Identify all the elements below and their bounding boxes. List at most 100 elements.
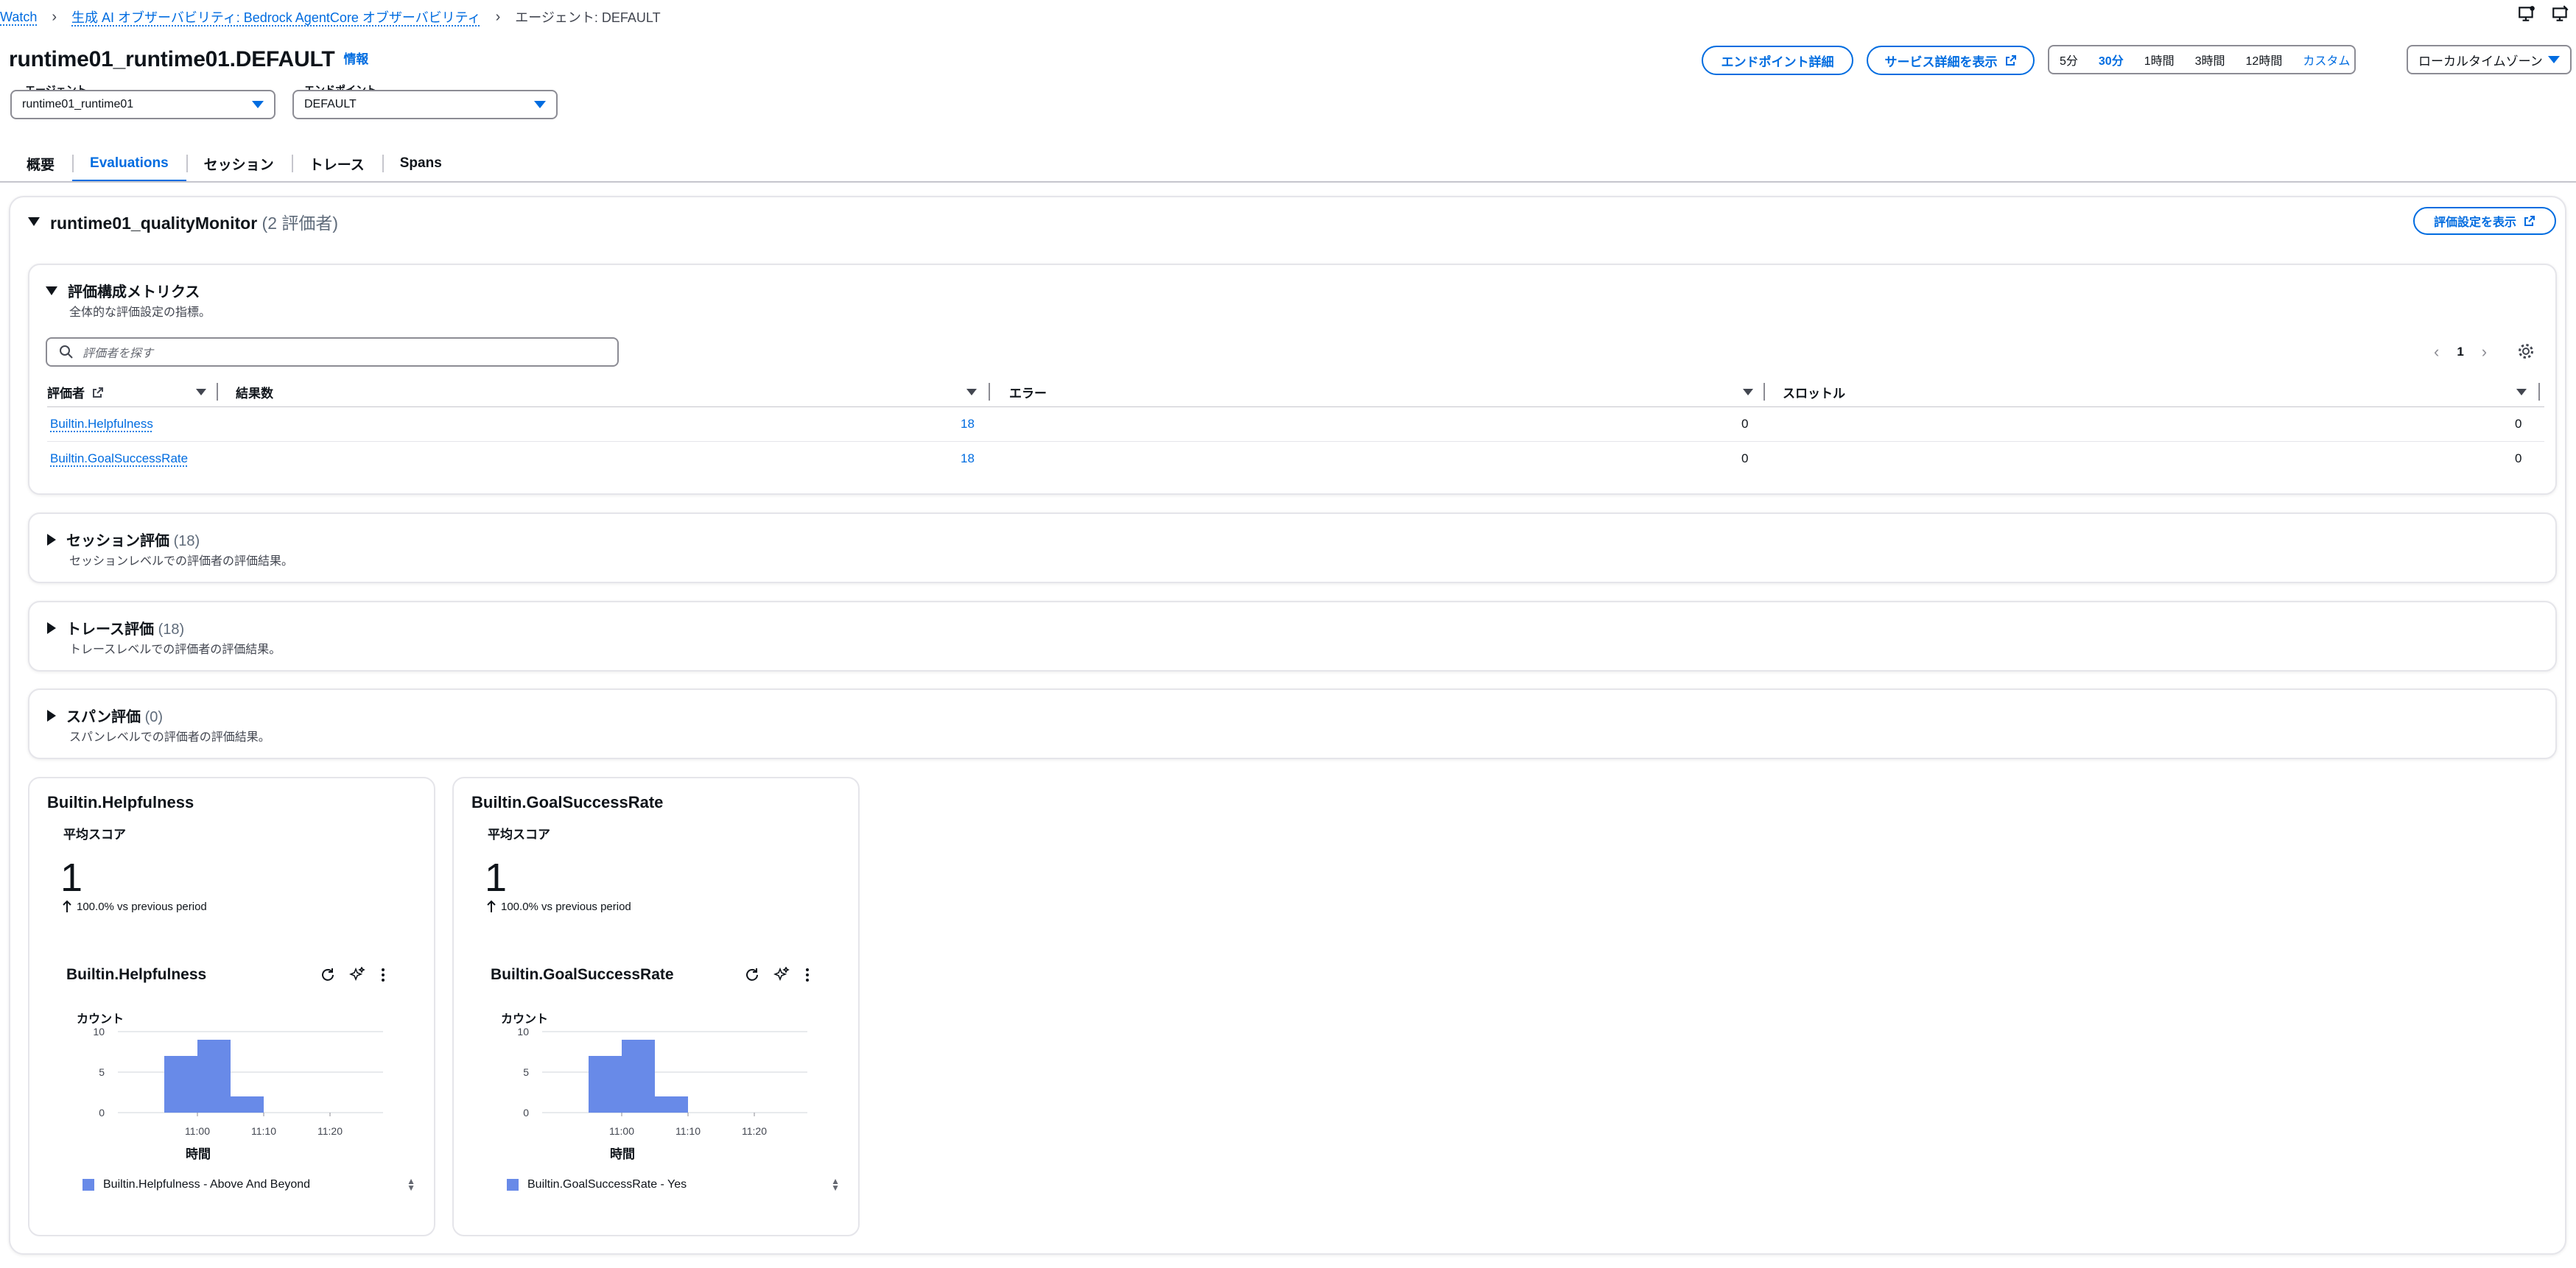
- chart-bar: [655, 1096, 688, 1113]
- evaluator-search-input[interactable]: 評価者を探す: [46, 337, 619, 367]
- settings-gear-icon[interactable]: [2517, 342, 2535, 360]
- column-resizer[interactable]: [1763, 383, 1765, 401]
- chart-bar: [622, 1040, 655, 1113]
- chart-legend[interactable]: Builtin.GoalSuccessRate - Yes ▲ ▼: [507, 1177, 840, 1192]
- sparkle-icon[interactable]: [773, 967, 790, 983]
- tab-sessions[interactable]: セッション: [186, 144, 292, 183]
- timezone-select[interactable]: ローカルタイムゾーン: [2407, 45, 2572, 74]
- column-resizer[interactable]: [989, 383, 990, 401]
- endpoint-select[interactable]: DEFAULT: [292, 90, 558, 119]
- chart-legend[interactable]: Builtin.Helpfulness - Above And Beyond ▲…: [83, 1177, 415, 1192]
- breadcrumb-current: エージェント: DEFAULT: [515, 10, 661, 25]
- current-page[interactable]: 1: [2457, 345, 2463, 359]
- page-title-text: runtime01_runtime01.DEFAULT: [9, 47, 335, 71]
- column-errors[interactable]: エラー: [1009, 383, 1047, 401]
- x-tick-label: 11:10: [251, 1125, 276, 1137]
- expand-icon: [47, 621, 56, 634]
- monitor-header[interactable]: runtime01_qualityMonitor (2 評価者): [28, 209, 338, 234]
- page-title: runtime01_runtime01.DEFAULT 情報: [9, 47, 368, 72]
- column-throttles[interactable]: スロットル: [1783, 383, 1845, 401]
- sort-icon[interactable]: [966, 389, 977, 395]
- arrow-up-icon: [63, 900, 71, 912]
- refresh-icon[interactable]: [744, 967, 760, 983]
- service-details-button[interactable]: サービス詳細を表示: [1867, 46, 2035, 75]
- throttles-count: 0: [2515, 451, 2522, 465]
- chart-title: Builtin.Helpfulness: [66, 966, 207, 983]
- results-count[interactable]: 18: [961, 451, 975, 466]
- range-1h[interactable]: 1時間: [2134, 51, 2185, 68]
- range-3h[interactable]: 3時間: [2185, 51, 2236, 68]
- refresh-icon[interactable]: [320, 967, 336, 983]
- column-resizer[interactable]: [2538, 383, 2540, 401]
- column-evaluator[interactable]: 評価者: [47, 383, 104, 401]
- range-30m[interactable]: 30分: [2088, 51, 2134, 68]
- trace-evaluation-description: トレースレベルでの評価者の評価結果。: [69, 644, 281, 656]
- agent-select-value: runtime01_runtime01: [22, 98, 134, 110]
- caret-down-icon: [534, 101, 546, 108]
- chart-bar: [197, 1040, 231, 1113]
- next-page-icon[interactable]: ›: [2482, 342, 2487, 362]
- range-custom[interactable]: カスタム: [2292, 51, 2354, 68]
- arrow-up-icon: [487, 900, 496, 912]
- prev-page-icon[interactable]: ‹: [2434, 342, 2439, 362]
- results-count[interactable]: 18: [961, 417, 975, 432]
- more-options-icon[interactable]: [379, 967, 387, 983]
- session-evaluation-title: セッション評価: [66, 533, 169, 549]
- legend-scroll-icon[interactable]: ▲ ▼: [407, 1177, 415, 1192]
- view-config-label: 評価設定を表示: [2433, 216, 2516, 229]
- range-12h[interactable]: 12時間: [2236, 51, 2293, 68]
- span-evaluation-header[interactable]: スパン評価 (0): [47, 705, 163, 726]
- sort-icon[interactable]: [2516, 389, 2527, 395]
- session-evaluation-header[interactable]: セッション評価 (18): [47, 529, 200, 550]
- column-results[interactable]: 結果数: [236, 383, 273, 401]
- chart-bar: [164, 1056, 197, 1113]
- table-row: Builtin.GoalSuccessRate 18 0 0: [47, 444, 2544, 476]
- avg-score-label: 平均スコア: [63, 828, 126, 842]
- sparkle-icon[interactable]: [349, 967, 365, 983]
- x-tick-label: 11:20: [317, 1125, 343, 1137]
- y-tick-label: 10: [93, 1026, 105, 1038]
- breadcrumb-link-watch[interactable]: Watch: [0, 10, 37, 25]
- top-icons: [2517, 4, 2570, 27]
- range-5m[interactable]: 5分: [2049, 51, 2088, 68]
- x-tick-label: 11:10: [675, 1125, 701, 1137]
- evaluator-link[interactable]: Builtin.Helpfulness: [50, 417, 153, 432]
- tab-overview[interactable]: 概要: [9, 144, 72, 183]
- metrics-section-header[interactable]: 評価構成メトリクス: [46, 280, 200, 301]
- chevron-right-icon: ›: [52, 8, 57, 25]
- endpoint-details-button[interactable]: エンドポイント詳細: [1702, 46, 1853, 75]
- errors-count: 0: [1741, 417, 1749, 431]
- evaluator-link[interactable]: Builtin.GoalSuccessRate: [50, 451, 188, 466]
- column-resizer[interactable]: [217, 383, 218, 401]
- legend-swatch: [507, 1179, 519, 1191]
- more-options-icon[interactable]: [803, 967, 812, 983]
- metrics-section-title: 評価構成メトリクス: [68, 284, 200, 300]
- sort-icon[interactable]: [1743, 389, 1753, 395]
- sort-icon[interactable]: [196, 389, 206, 395]
- view-evaluation-config-button[interactable]: 評価設定を表示: [2413, 207, 2556, 235]
- search-icon: [60, 345, 73, 359]
- display-settings-icon[interactable]: [2551, 4, 2570, 27]
- span-evaluation-count: (0): [144, 709, 164, 725]
- notifications-icon[interactable]: [2517, 4, 2536, 27]
- search-placeholder: 評価者を探す: [83, 348, 154, 360]
- trace-evaluation-header[interactable]: トレース評価 (18): [47, 617, 184, 638]
- chevron-right-icon: ›: [495, 8, 501, 25]
- tab-traces[interactable]: トレース: [291, 144, 382, 183]
- tab-evaluations[interactable]: Evaluations: [72, 144, 186, 183]
- avg-score-value: 1: [60, 856, 83, 900]
- info-link[interactable]: 情報: [343, 52, 368, 66]
- endpoint-details-label: エンドポイント詳細: [1721, 54, 1834, 69]
- tab-spans[interactable]: Spans: [382, 144, 460, 183]
- external-link-icon: [93, 387, 103, 398]
- trace-evaluation-section: [28, 601, 2557, 672]
- throttles-count: 0: [2515, 417, 2522, 431]
- divider: [47, 406, 2544, 407]
- collapse-icon: [46, 286, 57, 295]
- agent-select[interactable]: runtime01_runtime01: [10, 90, 276, 119]
- legend-swatch: [83, 1179, 94, 1191]
- legend-scroll-icon[interactable]: ▲ ▼: [831, 1177, 840, 1192]
- y-tick-label: 5: [99, 1066, 105, 1078]
- breadcrumb-link-observability[interactable]: 生成 AI オブザーバビリティ: Bedrock AgentCore オブザーバ…: [71, 7, 481, 27]
- y-tick-label: 0: [99, 1107, 105, 1119]
